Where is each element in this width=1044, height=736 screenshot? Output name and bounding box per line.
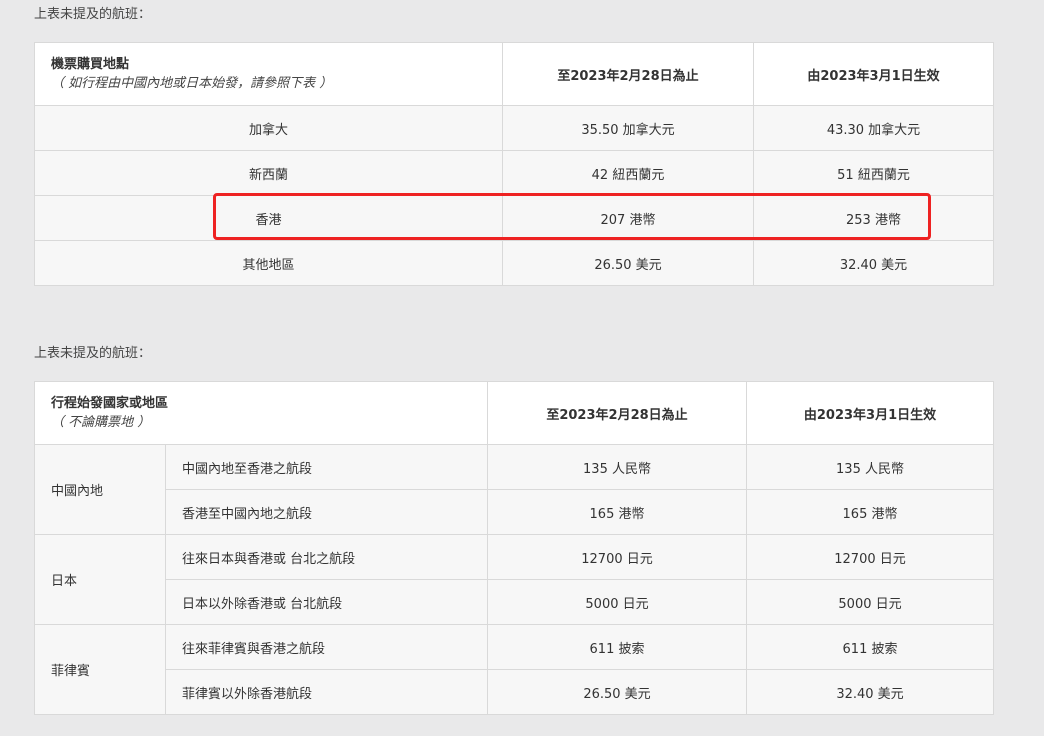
segment-cell: 往來日本與香港或 台北之航段 <box>164 534 489 580</box>
table-row: 香港至中國內地之航段 165 港幣 165 港幣 <box>35 489 995 535</box>
header-title: 行程始發國家或地區 <box>51 396 169 411</box>
segment-cell: 日本以外除香港或 台北航段 <box>164 579 489 625</box>
table-row: 加拿大 35.50 加拿大元 43.30 加拿大元 <box>34 105 994 151</box>
before-fee-cell: 26.50 美元 <box>502 240 754 286</box>
before-fee-cell: 207 港幣 <box>502 195 754 241</box>
before-fee-cell: 611 披索 <box>487 624 748 670</box>
table-row: 其他地區 26.50 美元 32.40 美元 <box>34 240 994 286</box>
after-fee-cell: 12700 日元 <box>746 534 995 580</box>
after-fee-cell: 32.40 美元 <box>746 669 995 715</box>
segment-cell: 往來菲律賓與香港之航段 <box>164 624 489 670</box>
place-cell: 加拿大 <box>34 105 503 151</box>
origin-country-header: 行程始發國家或地區 （ 不論購票地 ） <box>33 381 489 445</box>
region-cell: 菲律賓 <box>34 624 166 715</box>
after-fee-cell: 611 披索 <box>746 624 995 670</box>
after-fee-cell: 43.30 加拿大元 <box>753 105 994 151</box>
after-fee-cell: 5000 日元 <box>746 579 995 625</box>
table-row: 日本以外除香港或 台北航段 5000 日元 5000 日元 <box>35 579 995 625</box>
after-fee-cell: 51 紐西蘭元 <box>753 150 994 196</box>
table-row: 日本 往來日本與香港或 台北之航段 12700 日元 12700 日元 <box>34 534 995 625</box>
section1-caption: 上表未提及的航班： <box>34 7 152 22</box>
before-fee-cell: 26.50 美元 <box>487 669 748 715</box>
before-fee-cell: 42 紐西蘭元 <box>502 150 754 196</box>
before-fee-cell: 12700 日元 <box>487 534 748 580</box>
segment-cell: 中國內地至香港之航段 <box>164 444 489 490</box>
region-cell: 中國內地 <box>34 444 166 535</box>
place-cell: 其他地區 <box>34 240 503 286</box>
after-fee-cell: 135 人民幣 <box>746 444 995 490</box>
effective-date-header: 由2023年3月1日生效 <box>746 381 995 445</box>
until-date-header: 至2023年2月28日為止 <box>502 42 754 106</box>
fees-by-purchase-location-table: 機票購買地點 （ 如行程由中國內地或日本始發，請參照下表 ） 至2023年2月2… <box>34 42 994 286</box>
before-fee-cell: 135 人民幣 <box>487 444 748 490</box>
place-cell: 香港 <box>34 195 503 241</box>
section2-caption: 上表未提及的航班： <box>34 346 152 361</box>
until-date-header: 至2023年2月28日為止 <box>487 381 748 445</box>
table-row: 菲律賓 往來菲律賓與香港之航段 611 披索 611 披索 <box>34 624 995 715</box>
table-header-row: 機票購買地點 （ 如行程由中國內地或日本始發，請參照下表 ） 至2023年2月2… <box>34 42 994 106</box>
table-row: 菲律賓以外除香港航段 26.50 美元 32.40 美元 <box>35 669 995 715</box>
before-fee-cell: 35.50 加拿大元 <box>502 105 754 151</box>
segment-cell: 香港至中國內地之航段 <box>164 489 489 535</box>
fees-by-origin-table: 行程始發國家或地區 （ 不論購票地 ） 至2023年2月28日為止 由2023年… <box>33 381 995 715</box>
effective-date-header: 由2023年3月1日生效 <box>753 42 994 106</box>
after-fee-cell: 32.40 美元 <box>753 240 994 286</box>
before-fee-cell: 165 港幣 <box>487 489 748 535</box>
before-fee-cell: 5000 日元 <box>487 579 748 625</box>
table-header-row: 行程始發國家或地區 （ 不論購票地 ） 至2023年2月28日為止 由2023年… <box>33 381 995 445</box>
table-row: 新西蘭 42 紐西蘭元 51 紐西蘭元 <box>34 150 994 196</box>
header-subtitle: （ 如行程由中國內地或日本始發，請參照下表 ） <box>51 76 333 91</box>
header-title: 機票購買地點 <box>51 57 130 72</box>
table-row: 中國內地 中國內地至香港之航段 135 人民幣 135 人民幣 <box>34 444 995 535</box>
purchase-location-header: 機票購買地點 （ 如行程由中國內地或日本始發，請參照下表 ） <box>34 42 503 106</box>
table-row: 香港 207 港幣 253 港幣 <box>34 195 994 241</box>
after-fee-cell: 165 港幣 <box>746 489 995 535</box>
place-cell: 新西蘭 <box>34 150 503 196</box>
header-subtitle: （ 不論購票地 ） <box>51 415 151 430</box>
region-cell: 日本 <box>34 534 166 625</box>
segment-cell: 菲律賓以外除香港航段 <box>164 669 489 715</box>
after-fee-cell: 253 港幣 <box>753 195 994 241</box>
